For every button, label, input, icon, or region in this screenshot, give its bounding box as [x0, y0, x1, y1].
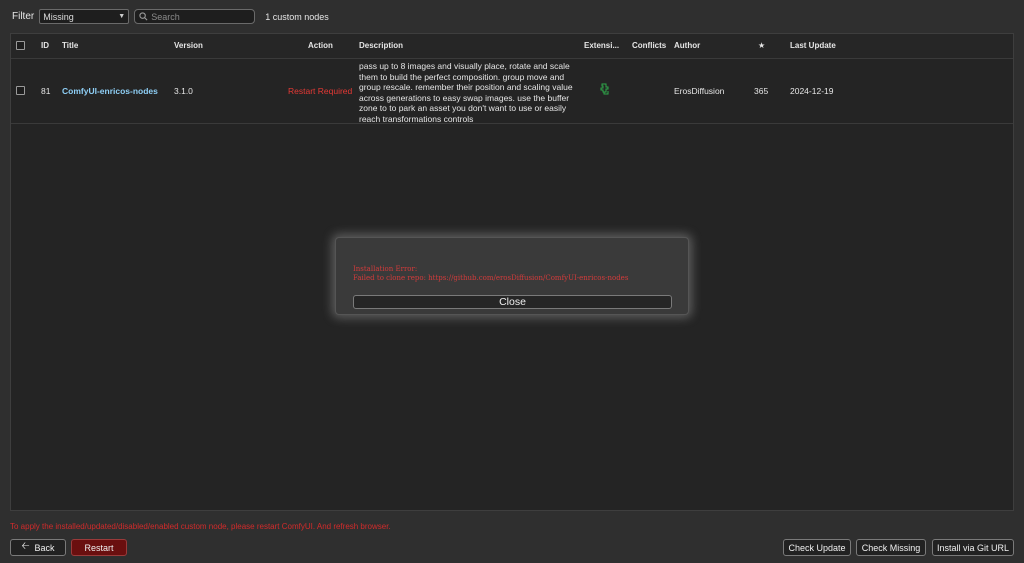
error-message: Failed to clone repo: https://github.com…	[353, 274, 629, 282]
error-title: Installation Error:	[353, 265, 418, 273]
header-id[interactable]: ID	[41, 41, 49, 50]
row-description: pass up to 8 images and visually place, …	[359, 61, 573, 124]
header-conflicts[interactable]: Conflicts	[632, 41, 666, 50]
back-button-label: Back	[34, 542, 55, 553]
search-box[interactable]	[134, 9, 256, 24]
row-stars: 365	[754, 86, 769, 96]
table-header: ID Title Version Action Description Exte…	[11, 34, 1013, 59]
header-description[interactable]: Description	[359, 41, 403, 50]
header-last-update[interactable]: Last Update	[790, 41, 836, 50]
header-title[interactable]: Title	[62, 41, 78, 50]
header-action[interactable]: Action	[308, 41, 333, 50]
row-id: 81	[41, 86, 51, 96]
installation-error-dialog: Installation Error: Failed to clone repo…	[335, 237, 689, 315]
node-count: 1 custom nodes	[265, 11, 329, 22]
check-missing-button[interactable]: Check Missing	[856, 539, 926, 556]
header-extensions[interactable]: Extensi...	[584, 41, 619, 50]
close-button[interactable]: Close	[353, 295, 672, 309]
row-author: ErosDiffusion	[674, 86, 725, 96]
filter-bar: Filter Missing ▼ 1 custom nodes	[12, 8, 329, 25]
select-all-checkbox[interactable]	[16, 41, 25, 50]
header-author[interactable]: Author	[674, 41, 700, 50]
check-update-button[interactable]: Check Update	[783, 539, 851, 556]
filter-select[interactable]: Missing ▼	[39, 9, 130, 24]
row-action-status[interactable]: Restart Required	[288, 86, 352, 96]
row-version: 3.1.0	[174, 86, 193, 96]
extension-icon[interactable]	[600, 83, 610, 95]
table-row: 81 ComfyUI-enricos-nodes 3.1.0 Restart R…	[11, 58, 1013, 124]
header-version[interactable]: Version	[174, 41, 203, 50]
search-icon	[139, 12, 148, 21]
arrow-left-icon: 🡠	[21, 541, 30, 552]
filter-selected-value: Missing	[43, 11, 74, 22]
row-title-link[interactable]: ComfyUI-enricos-nodes	[62, 86, 158, 96]
restart-button[interactable]: Restart	[71, 539, 127, 556]
chevron-down-icon: ▼	[118, 13, 126, 20]
restart-notice: To apply the installed/updated/disabled/…	[10, 522, 391, 531]
row-checkbox[interactable]	[16, 86, 25, 95]
row-last-update: 2024-12-19	[790, 86, 834, 96]
back-button[interactable]: 🡠 Back	[10, 539, 66, 556]
install-git-url-button[interactable]: Install via Git URL	[932, 539, 1014, 556]
filter-label: Filter	[12, 11, 35, 22]
search-input[interactable]	[148, 11, 252, 22]
header-stars[interactable]: ★	[758, 41, 765, 50]
